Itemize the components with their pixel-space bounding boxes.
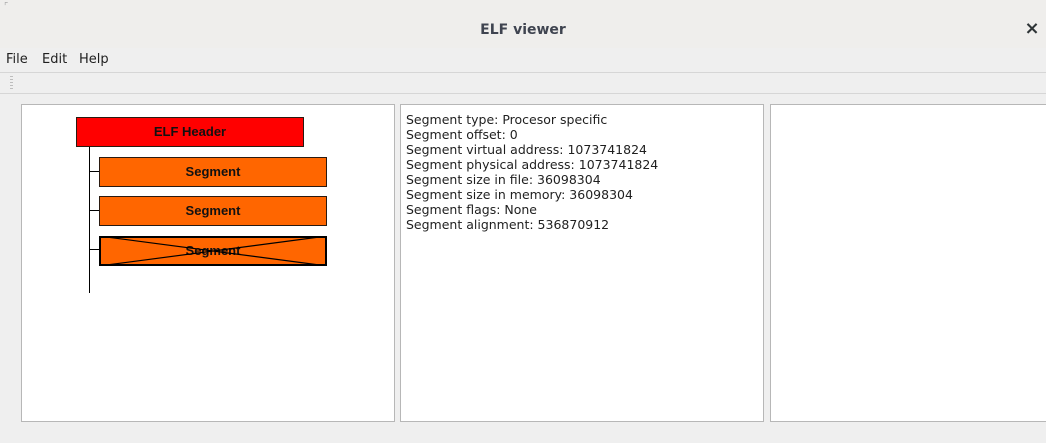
menu-edit[interactable]: Edit — [42, 52, 67, 67]
menu-file[interactable]: File — [6, 52, 28, 67]
elf-header-node[interactable]: ELF Header — [76, 117, 304, 147]
selection-cross-icon — [99, 236, 327, 266]
title-bar: ⌜ ELF viewer × — [0, 0, 1046, 48]
close-icon[interactable]: × — [1020, 17, 1044, 41]
window-title: ELF viewer — [480, 22, 566, 38]
segment-node-3-selected[interactable]: Segment — [99, 236, 327, 266]
detail-line-alignment: Segment alignment: 536870912 — [406, 217, 610, 232]
detail-line-offset: Segment offset: 0 — [406, 127, 518, 142]
detail-line-type: Segment type: Procesor specific — [406, 112, 608, 127]
tree-branch-3 — [89, 249, 99, 250]
detail-line-physical-address: Segment physical address: 1073741824 — [406, 157, 659, 172]
detail-line-flags: Segment flags: None — [406, 202, 537, 217]
tree-branch-1 — [89, 171, 99, 172]
detail-line-size-in-memory: Segment size in memory: 36098304 — [406, 187, 633, 202]
hex-view-panel[interactable] — [770, 104, 1046, 422]
menu-bar: File Edit Help — [0, 48, 1046, 72]
toolbar — [0, 72, 1046, 94]
tree-branch-2 — [89, 210, 99, 211]
segment-node-2[interactable]: Segment — [99, 196, 327, 226]
detail-line-size-in-file: Segment size in file: 36098304 — [406, 172, 601, 187]
detail-line-virtual-address: Segment virtual address: 1073741824 — [406, 142, 647, 157]
toolbar-grip-handle[interactable] — [10, 76, 13, 89]
segment-label: Segment — [185, 164, 241, 179]
details-text: Segment type: Procesor specific Segment … — [406, 112, 658, 232]
segment-details-panel: Segment type: Procesor specific Segment … — [400, 104, 764, 422]
segment-label: Segment — [185, 203, 241, 218]
structure-tree-panel: ELF Header Segment Segment Segment — [21, 104, 395, 422]
tree-connector-line — [89, 147, 90, 293]
segment-node-1[interactable]: Segment — [99, 157, 327, 187]
menu-help[interactable]: Help — [79, 52, 109, 67]
elf-header-label: ELF Header — [153, 124, 227, 139]
